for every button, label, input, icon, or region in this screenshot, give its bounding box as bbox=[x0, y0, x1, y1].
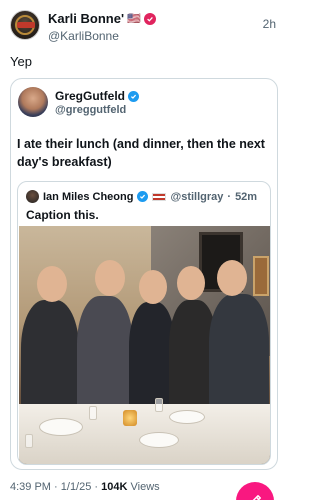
verified-badge-icon bbox=[143, 12, 156, 25]
post-views-label: Views bbox=[130, 481, 160, 493]
quoted-author-avatar[interactable] bbox=[18, 87, 48, 117]
inner-separator: · bbox=[227, 190, 232, 203]
photo-glass-2 bbox=[155, 398, 163, 412]
post-header: Karli Bonne' 🇺🇸 @KarliBonne 2h bbox=[10, 10, 276, 44]
photo-picture-frame bbox=[253, 256, 269, 296]
post-meta: 4:39 PM · 1/1/25 · 104K Views bbox=[10, 481, 160, 493]
inner-author-name[interactable]: Ian Miles Cheong bbox=[43, 191, 133, 203]
photo-plate-1 bbox=[39, 418, 83, 436]
inner-author-avatar[interactable] bbox=[26, 190, 39, 203]
avatar-text-mark bbox=[17, 22, 35, 28]
quoted-author-name-line: GregGutfeld bbox=[55, 89, 140, 103]
us-flag-icon: 🇺🇸 bbox=[127, 13, 141, 25]
photo-plate-2 bbox=[139, 432, 179, 448]
author-handle[interactable]: @KarliBonne bbox=[48, 29, 119, 43]
post-views-count: 104K bbox=[101, 481, 128, 493]
affiliate-flag-icon bbox=[152, 192, 167, 201]
photo-candle bbox=[123, 410, 137, 426]
photo-head-2 bbox=[95, 260, 125, 296]
inner-quoted-post-card[interactable]: Ian Miles Cheong @stillgray · 52m Captio… bbox=[17, 181, 271, 465]
photo-person-5 bbox=[209, 294, 269, 414]
quoted-post-card[interactable]: GregGutfeld @greggutfeld I ate their lun… bbox=[10, 78, 278, 470]
post-meta-separator-2: · bbox=[94, 481, 99, 493]
photo-head-4 bbox=[177, 266, 205, 300]
compose-feather-icon bbox=[252, 495, 261, 500]
author-avatar[interactable] bbox=[10, 10, 40, 40]
post-text: Yep bbox=[10, 54, 32, 69]
post-time[interactable]: 2h bbox=[263, 17, 276, 31]
photo-person-1 bbox=[21, 300, 79, 420]
photo-glass-1 bbox=[89, 406, 97, 420]
post-meta-separator-1: · bbox=[54, 481, 58, 493]
verified-badge-icon bbox=[128, 90, 140, 102]
photo-plate-3 bbox=[169, 410, 205, 424]
photo-head-5 bbox=[217, 260, 247, 296]
photo-glass-3 bbox=[25, 434, 33, 448]
inner-post-text: Caption this. bbox=[26, 208, 99, 222]
photo-person-2 bbox=[77, 296, 133, 416]
inner-author-line: Ian Miles Cheong @stillgray · 52m bbox=[26, 190, 257, 203]
verified-badge-icon bbox=[137, 191, 149, 202]
quoted-author-handle[interactable]: @greggutfeld bbox=[55, 104, 126, 116]
inner-author-handle[interactable]: @stillgray bbox=[170, 191, 223, 203]
author-display-name[interactable]: Karli Bonne' bbox=[48, 11, 124, 26]
quoted-post-text: I ate their lunch (and dinner, then the … bbox=[17, 137, 265, 169]
photo-head-1 bbox=[37, 266, 67, 302]
quoted-author-name[interactable]: GregGutfeld bbox=[55, 89, 125, 103]
group-photo[interactable] bbox=[19, 226, 270, 464]
inner-post-time[interactable]: 52m bbox=[235, 191, 257, 203]
compose-button[interactable] bbox=[236, 482, 274, 500]
post-meta-date[interactable]: 1/1/25 bbox=[61, 481, 92, 493]
author-name-line: Karli Bonne' 🇺🇸 bbox=[48, 11, 156, 26]
photo-head-3 bbox=[139, 270, 167, 304]
post-meta-time[interactable]: 4:39 PM bbox=[10, 481, 51, 493]
